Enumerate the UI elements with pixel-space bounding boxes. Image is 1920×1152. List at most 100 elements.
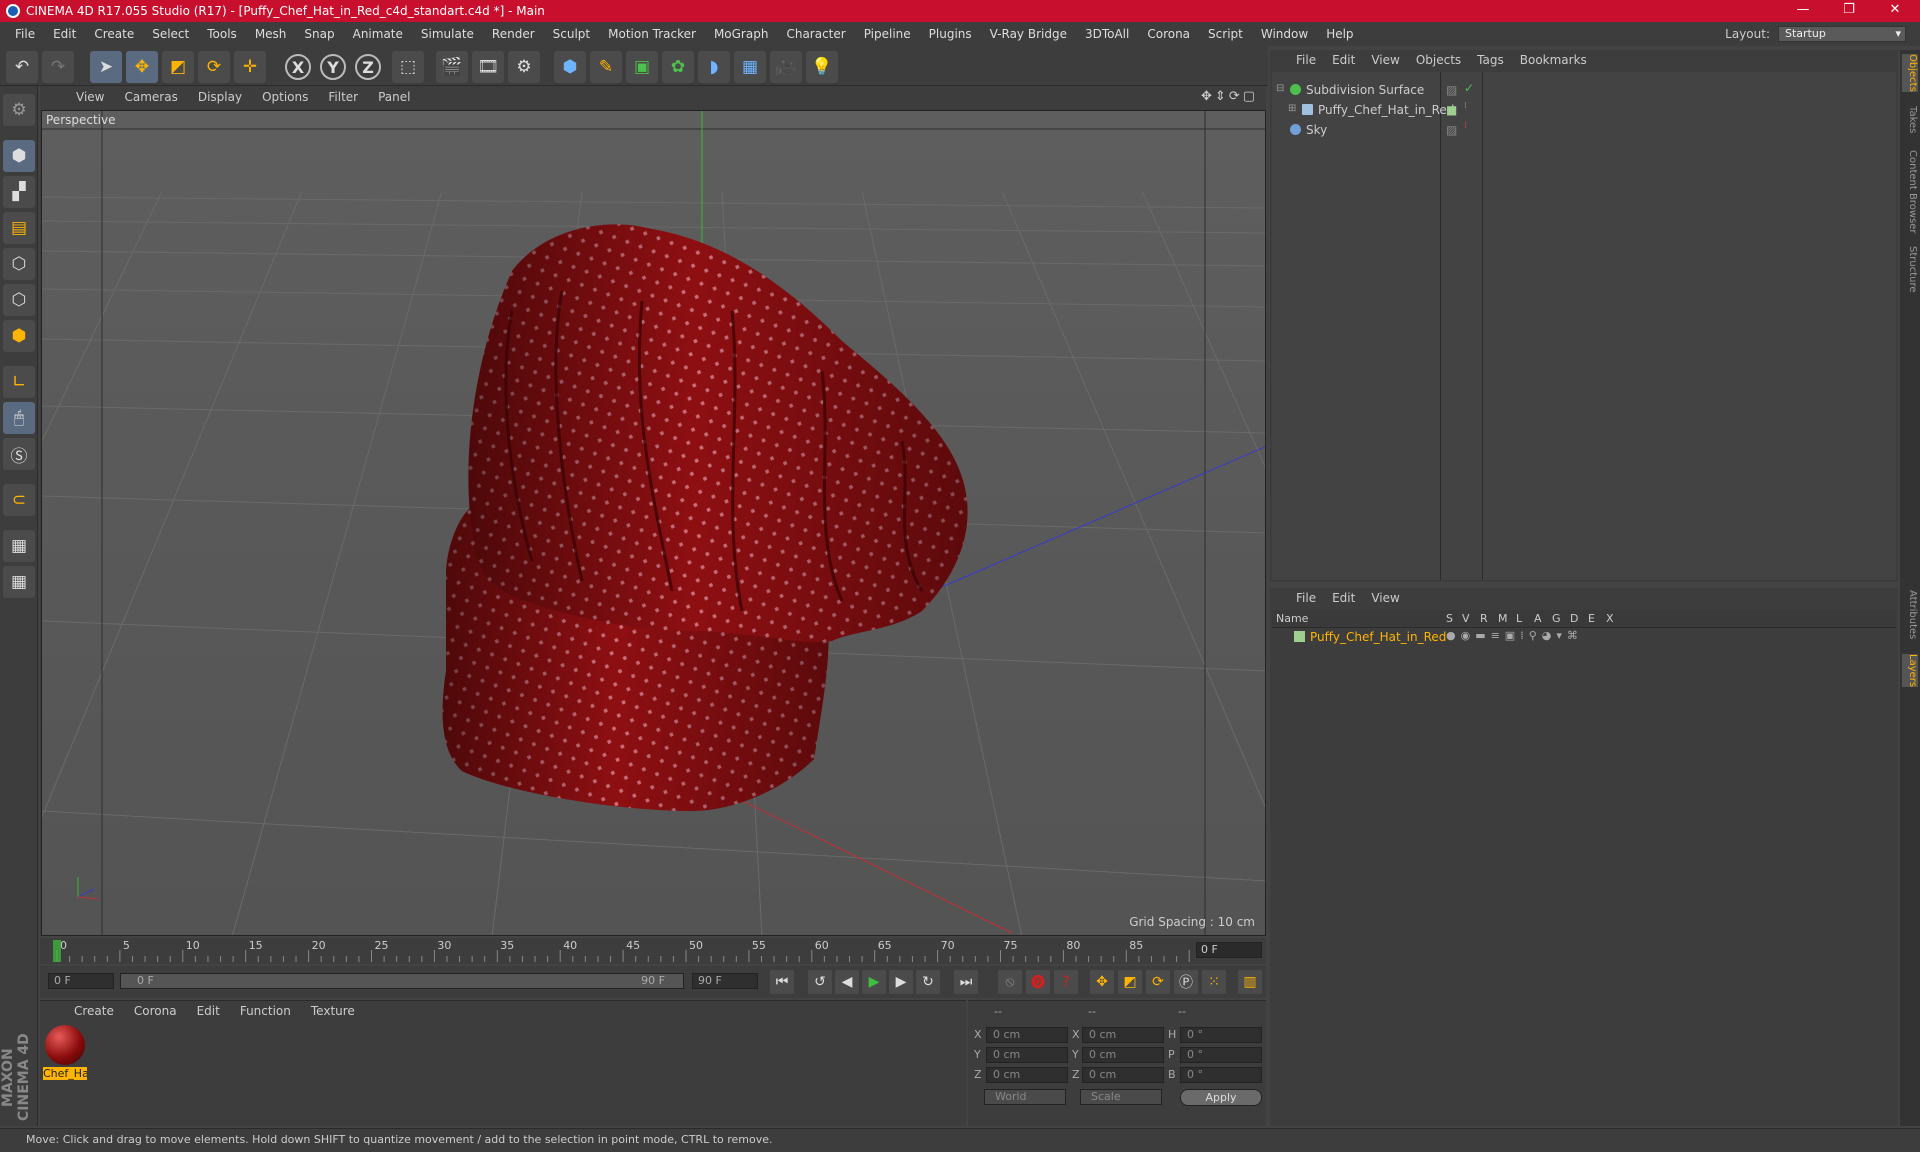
minimize-button[interactable]: — — [1780, 0, 1826, 22]
current-frame-field[interactable]: 0 F — [1196, 942, 1262, 958]
tab-objects[interactable]: Objects — [1902, 54, 1918, 92]
viewport-menu-display[interactable]: Display — [188, 90, 252, 104]
object-row[interactable]: Sky ▨ ⁞ — [1272, 120, 1896, 140]
layers-menu-edit[interactable]: Edit — [1324, 591, 1363, 605]
visibility-dots-icon[interactable]: ⁞ — [1464, 121, 1467, 131]
editor-visibility-icon[interactable]: ▨ — [1446, 123, 1457, 137]
layers-menu-view[interactable]: View — [1363, 591, 1407, 605]
layer-row[interactable]: Puffy_Chef_Hat_in_Red ●◉▬≡▣⁞⚲◕▾⌘ — [1272, 628, 1896, 646]
tab-content-browser[interactable]: Content Browser — [1902, 150, 1918, 233]
menu-help[interactable]: Help — [1317, 27, 1362, 41]
menu-3dtoall[interactable]: 3DToAll — [1076, 27, 1138, 41]
make-editable-icon[interactable]: ⚙ — [3, 94, 35, 126]
object-row[interactable]: ⊟ Subdivision Surface ▨ ✓ — [1272, 80, 1896, 100]
polygons-mode-icon[interactable]: ⬢ — [3, 320, 35, 352]
menu-animate[interactable]: Animate — [344, 27, 412, 41]
viewport-menu-options[interactable]: Options — [252, 90, 318, 104]
menu-window[interactable]: Window — [1252, 27, 1317, 41]
z-axis-lock-icon[interactable]: Z — [355, 54, 381, 80]
close-button[interactable]: ✕ — [1872, 0, 1918, 22]
camera-object-icon[interactable]: 🎥 — [770, 51, 802, 83]
editor-visibility-icon[interactable]: ▨ — [1446, 83, 1457, 97]
size-x-field[interactable]: 0 cm — [1082, 1027, 1164, 1043]
mograph-cloner-icon[interactable]: ✿ — [662, 51, 694, 83]
go-to-start-icon[interactable]: ⏮ — [770, 970, 794, 994]
menu-select[interactable]: Select — [143, 27, 198, 41]
menu-plugins[interactable]: Plugins — [920, 27, 981, 41]
timeline-ruler[interactable]: 051015202530354045505560657075808590 0 F — [40, 938, 1266, 964]
model-mode-icon[interactable]: ⬢ — [3, 140, 35, 172]
key-scale-icon[interactable]: ◩ — [1118, 970, 1142, 994]
cube-object-icon[interactable]: ⬢ — [554, 51, 586, 83]
visibility-dots-icon[interactable]: ⁞ — [1464, 101, 1467, 111]
objects-menu-view[interactable]: View — [1363, 53, 1407, 67]
menu-simulate[interactable]: Simulate — [412, 27, 483, 41]
menu-render[interactable]: Render — [483, 27, 544, 41]
edges-mode-icon[interactable]: ⬡ — [3, 284, 35, 316]
menu-edit[interactable]: Edit — [44, 27, 85, 41]
undo-icon[interactable]: ↶ — [6, 51, 38, 83]
key-position-icon[interactable]: ✥ — [1090, 970, 1114, 994]
menu-vray-bridge[interactable]: V-Ray Bridge — [981, 27, 1076, 41]
keyframe-selection-icon[interactable]: ? — [1054, 970, 1078, 994]
menu-sculpt[interactable]: Sculpt — [544, 27, 599, 41]
menu-character[interactable]: Character — [777, 27, 854, 41]
pos-y-field[interactable]: 0 cm — [986, 1047, 1068, 1063]
menu-motion-tracker[interactable]: Motion Tracker — [599, 27, 705, 41]
menu-tools[interactable]: Tools — [198, 27, 246, 41]
render-picture-viewer-icon[interactable]: 🎞 — [472, 51, 504, 83]
objects-menu-tags[interactable]: Tags — [1469, 53, 1512, 67]
tab-takes[interactable]: Takes — [1902, 106, 1918, 133]
layer-color-swatch[interactable] — [1294, 631, 1305, 642]
menu-file[interactable]: File — [6, 27, 44, 41]
render-settings-icon[interactable]: ⚙ — [508, 51, 540, 83]
coordinate-system-icon[interactable]: ⬚ — [392, 51, 424, 83]
layout-dropdown[interactable]: Startup — [1778, 26, 1906, 42]
workplane-lock-icon[interactable]: ▦ — [3, 530, 35, 562]
layers-menu-file[interactable]: File — [1288, 591, 1324, 605]
viewport-menu-view[interactable]: View — [66, 90, 114, 104]
deformer-icon[interactable]: ◗ — [698, 51, 730, 83]
size-mode-dropdown[interactable]: Scale — [1080, 1089, 1162, 1105]
workplane-mode-icon[interactable]: ▤ — [3, 212, 35, 244]
apply-button[interactable]: Apply — [1180, 1089, 1262, 1106]
menu-mograph[interactable]: MoGraph — [705, 27, 778, 41]
coordinate-space-dropdown[interactable]: World — [984, 1089, 1066, 1105]
next-key-icon[interactable]: ↻ — [916, 970, 940, 994]
viewport-menu-cameras[interactable]: Cameras — [114, 90, 187, 104]
end-frame-field[interactable]: 90 F — [692, 973, 758, 989]
menu-pipeline[interactable]: Pipeline — [855, 27, 920, 41]
floor-object-icon[interactable]: ▦ — [734, 51, 766, 83]
rot-h-field[interactable]: 0 ° — [1180, 1027, 1262, 1043]
menu-snap[interactable]: Snap — [295, 27, 343, 41]
collapse-icon[interactable]: ⊟ — [1276, 83, 1284, 94]
previous-key-icon[interactable]: ↺ — [808, 970, 832, 994]
preview-range-slider[interactable]: 0 F 90 F — [120, 973, 684, 989]
key-pla-icon[interactable]: ⁙ — [1202, 970, 1226, 994]
3d-viewport[interactable]: Perspective Grid Spacing : 10 cm — [41, 110, 1266, 936]
snapping-icon[interactable]: ⊂ — [3, 484, 35, 516]
objects-menu-file[interactable]: File — [1288, 53, 1324, 67]
restore-button[interactable]: ❐ — [1826, 0, 1872, 22]
size-y-field[interactable]: 0 cm — [1082, 1047, 1164, 1063]
objects-menu-edit[interactable]: Edit — [1324, 53, 1363, 67]
grid-snap-icon[interactable]: ▦ — [3, 566, 35, 598]
solo-mode-icon[interactable]: Ⓢ — [3, 438, 35, 470]
material-menu-texture[interactable]: Texture — [301, 1004, 365, 1018]
transform-tool-icon[interactable]: ✛ — [234, 51, 266, 83]
material-menu-function[interactable]: Function — [230, 1004, 301, 1018]
tab-layers[interactable]: Layers — [1902, 654, 1918, 688]
objects-menu-bookmarks[interactable]: Bookmarks — [1512, 53, 1595, 67]
light-object-icon[interactable]: 💡 — [806, 51, 838, 83]
x-axis-lock-icon[interactable]: X — [285, 54, 311, 80]
scale-tool-icon[interactable]: ◩ — [162, 51, 194, 83]
material-swatch[interactable]: Chef_Ha — [43, 1025, 87, 1081]
material-menu-edit[interactable]: Edit — [187, 1004, 230, 1018]
points-mode-icon[interactable]: ⬡ — [3, 248, 35, 280]
object-row[interactable]: ⊞ Puffy_Chef_Hat_in_Red ■ ⁞ — [1272, 100, 1896, 120]
expand-icon[interactable]: ⊞ — [1288, 103, 1296, 114]
rot-p-field[interactable]: 0 ° — [1180, 1047, 1262, 1063]
material-menu-corona[interactable]: Corona — [124, 1004, 187, 1018]
auto-keying-icon[interactable]: ⓿ — [1026, 970, 1050, 994]
layer-color-icon[interactable]: ■ — [1446, 103, 1457, 117]
